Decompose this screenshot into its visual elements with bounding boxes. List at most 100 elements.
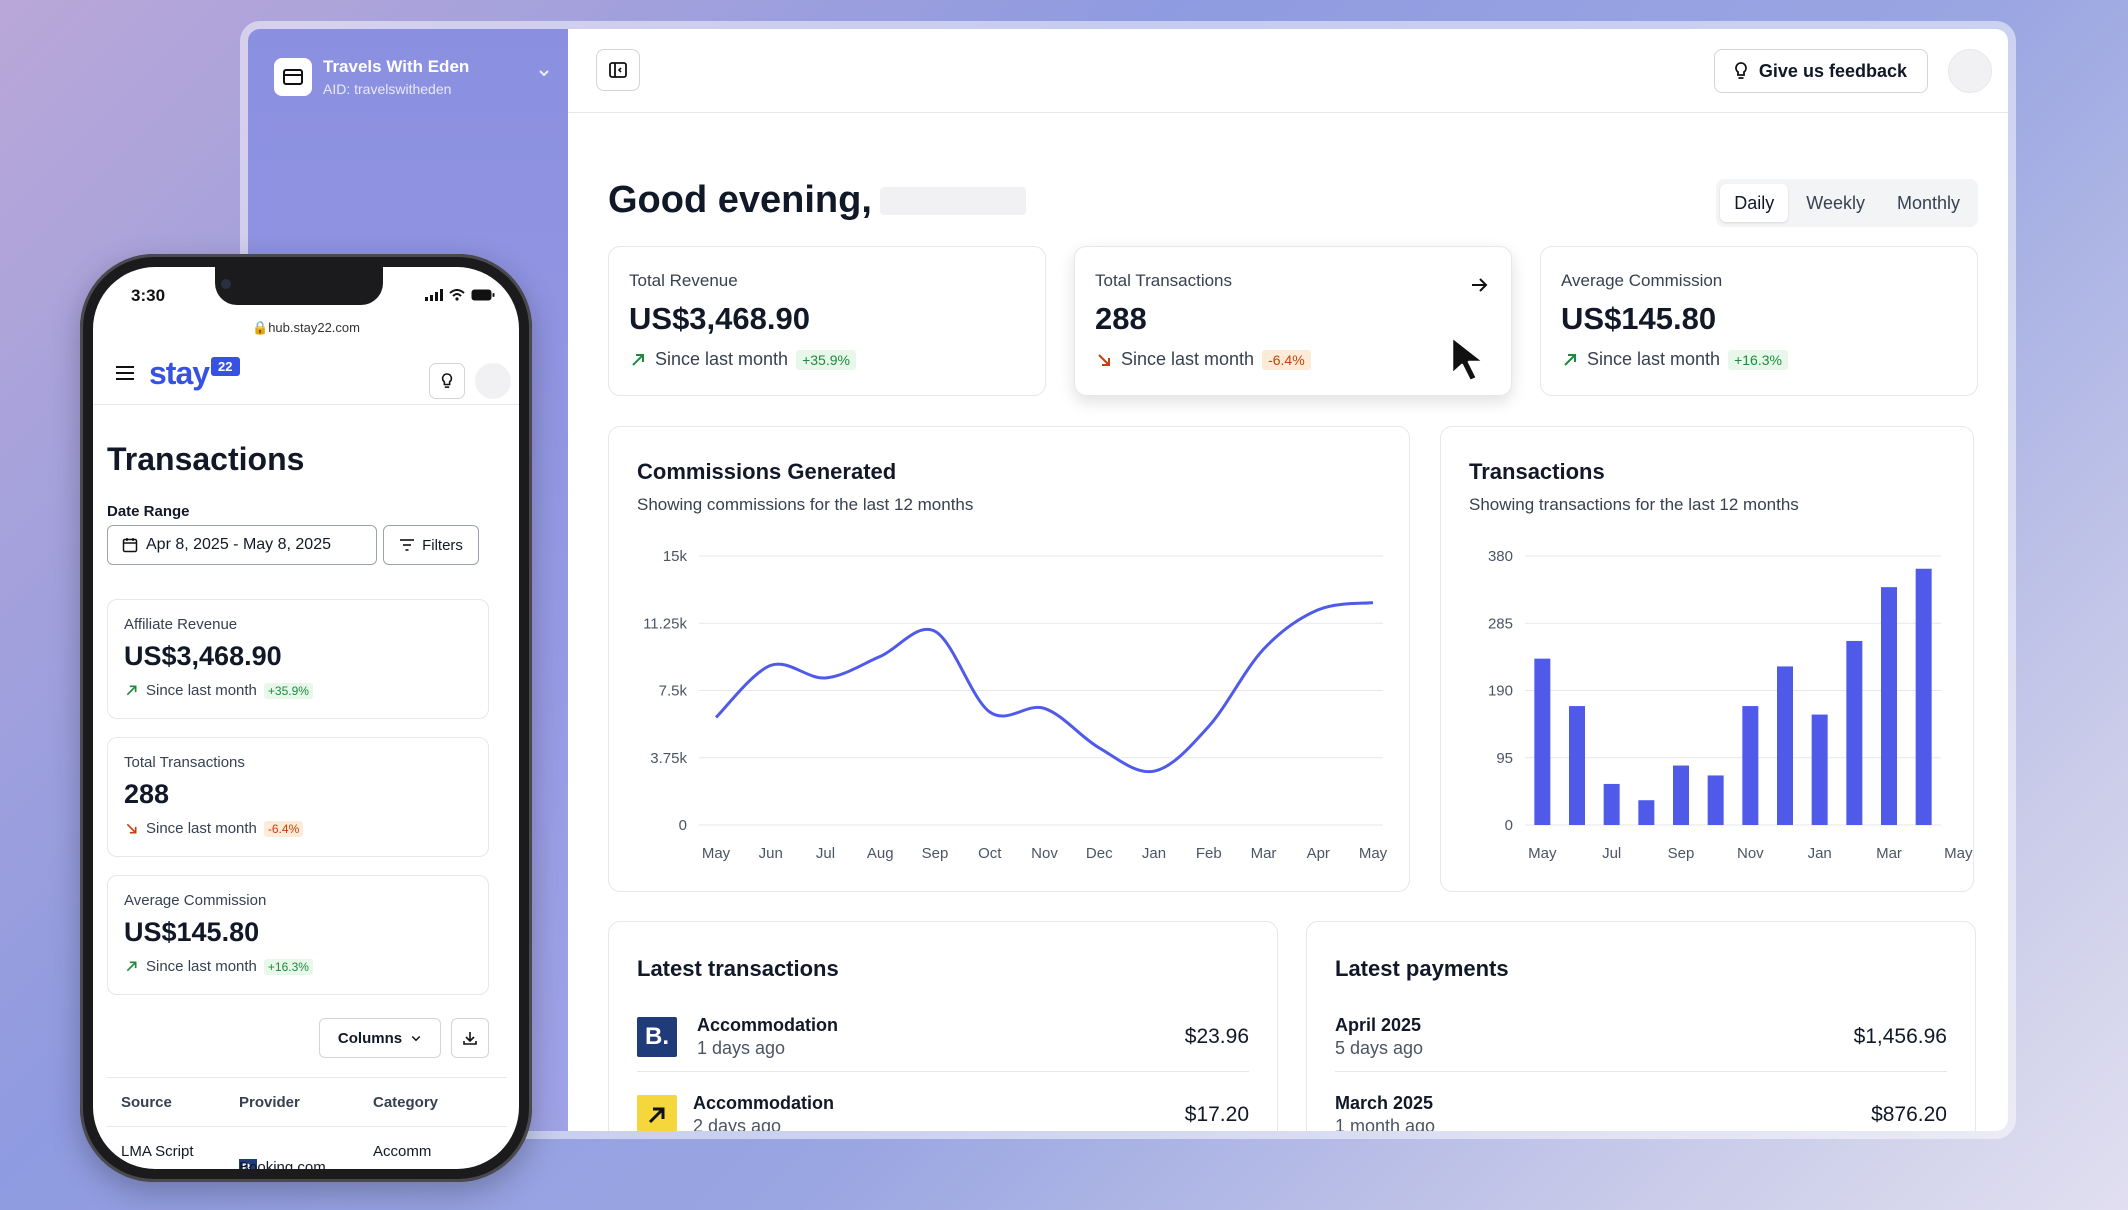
feedback-button[interactable]: Give us feedback [1713,49,1928,93]
status-time: 3:30 [131,286,166,305]
collapse-sidebar-button[interactable] [596,49,640,91]
lightbulb-icon [1735,62,1747,79]
stat-trend: Since last month +16.3% [1561,349,1957,370]
booking-logo: B. [637,1016,677,1057]
user-name-placeholder [879,186,1026,215]
stat-label: Average Commission [1561,271,1723,290]
trend-text: Since last month [146,958,257,975]
x-tick-label: Sep [922,845,949,862]
phone-notch [215,267,383,305]
phone-stat-card-transactions[interactable]: Total Transactions 288 Since last month … [107,737,489,857]
trend-text: Since last month [1121,349,1255,369]
list-item[interactable]: April 2025 5 days ago $1,456.96 [1335,1002,1947,1072]
phone-mockup: 3:30 🔒hub.stay22.com stay 22 Transaction… [80,254,532,1182]
date-range-picker[interactable]: Apr 8, 2025 - May 8, 2025 [107,525,377,565]
column-header[interactable]: Source [121,1094,172,1111]
stat-card-transactions[interactable]: Total Transactions 288 Since last month … [1074,246,1512,396]
url-text: hub.stay22.com [268,320,360,335]
period-daily[interactable]: Daily [1720,184,1789,222]
change-badge: +35.9% [796,349,856,370]
item-amount: $23.96 [1184,1024,1249,1048]
item-title: Accommodation [697,1014,839,1035]
signal-icon [425,289,443,301]
avatar[interactable] [475,363,511,399]
trend-text: Since last month [146,820,257,837]
logo-badge: 22 [211,357,240,376]
stat-label: Total Transactions [124,754,245,771]
phone-stat-card-commission[interactable]: Average Commission US$145.80 Since last … [107,875,489,995]
line-chart: 0 3.75k 7.5k 11.25k 15k May Jun Jul Aug Sep Oct Nov… [643,548,1388,862]
item-time: 1 days ago [697,1037,786,1058]
y-tick-label: 0 [1505,817,1513,834]
x-tick-label: Jul [1602,845,1621,862]
bar [1881,587,1897,825]
series-line [714,601,1374,774]
feedback-button[interactable] [429,363,465,399]
latest-transactions-card: Latest transactions B. Accommodation 1 d… [608,921,1278,1136]
list-item[interactable]: Accommodation 2 days ago $17.20 [637,1080,1249,1136]
trend-text: Since last month [146,682,257,699]
sidebar-toggle-icon [609,62,627,78]
stat-card-revenue[interactable]: Total Revenue US$3,468.90 Since last mon… [608,246,1046,396]
list-item[interactable]: March 2025 1 month ago $876.20 [1335,1080,1947,1131]
date-range-label: Date Range [107,503,190,520]
arrow-right-icon[interactable] [1469,275,1489,300]
phone-stat-card-revenue[interactable]: Affiliate Revenue US$3,468.90 Since last… [107,599,489,719]
filter-icon [400,539,415,551]
chevron-down-icon [411,1035,421,1042]
table-row[interactable]: LMA Script B. Booking.com Accomm [107,1127,507,1169]
browser-url[interactable]: 🔒hub.stay22.com [93,320,519,336]
list-item[interactable]: B. Accommodation 1 days ago $23.96 [637,1002,1249,1072]
period-toggle: Daily Weekly Monthly [1716,179,1978,227]
x-tick-label: May [1528,845,1557,862]
arrow-icon [637,1095,677,1131]
main-content: Give us feedback Good evening, Daily Wee… [568,29,2008,1131]
transactions-table: Source Provider Category LMA Script B. Bo… [107,1077,507,1169]
x-tick-label: Feb [1196,845,1222,862]
trend-up-icon [126,961,137,972]
item-time: 2 days ago [693,1116,782,1136]
x-tick-label: Nov [1031,845,1058,862]
card-icon [274,58,312,96]
x-tick-label: Sep [1668,845,1695,862]
period-monthly[interactable]: Monthly [1883,184,1974,222]
change-badge: +16.3% [263,958,313,975]
column-header[interactable]: Provider [239,1094,300,1111]
y-tick-label: 11.25k [643,615,687,632]
item-amount: $17.20 [1184,1103,1249,1126]
camera-icon [221,279,231,289]
stat-card-commission[interactable]: Average Commission US$145.80 Since last … [1540,246,1978,396]
account-id: AID: travelswitheden [323,81,452,97]
download-button[interactable] [451,1018,489,1058]
bar [1603,783,1620,825]
x-tick-label: Dec [1086,845,1113,862]
filters-button[interactable]: Filters [383,525,479,565]
transactions-chart-card: Transactions Showing transactions for th… [1440,426,1974,892]
commissions-chart-card: Commissions Generated Showing commission… [608,426,1410,892]
status-icons [425,289,495,301]
hamburger-menu-icon[interactable] [115,365,135,386]
columns-label: Columns [337,1029,403,1047]
chevron-down-icon[interactable] [536,65,552,86]
stat-label: Average Commission [124,892,267,909]
item-title: April 2025 [1335,1014,1422,1035]
period-weekly[interactable]: Weekly [1792,184,1879,222]
columns-dropdown[interactable]: Columns [319,1018,441,1058]
trend-down-icon [126,823,137,834]
trend-text: Since last month [1587,349,1721,369]
stay22-logo[interactable]: stay 22 [149,355,240,392]
bar [1569,706,1585,825]
stat-label: Total Transactions [1095,271,1233,290]
y-tick-label: 0 [679,817,687,834]
trend-up-icon [1564,353,1576,366]
account-switcher[interactable]: Travels With Eden AID: travelswitheden [274,53,554,101]
x-tick-label: Oct [978,845,1002,862]
stat-value: US$3,468.90 [124,641,282,671]
column-header[interactable]: Category [373,1094,438,1111]
stat-value: US$145.80 [1561,301,1717,336]
logo-text: stay [149,355,210,391]
card-title: Latest transactions [637,956,839,981]
avatar[interactable] [1948,49,1992,93]
item-title: Accommodation [693,1093,835,1113]
y-tick-label: 380 [1488,548,1513,565]
